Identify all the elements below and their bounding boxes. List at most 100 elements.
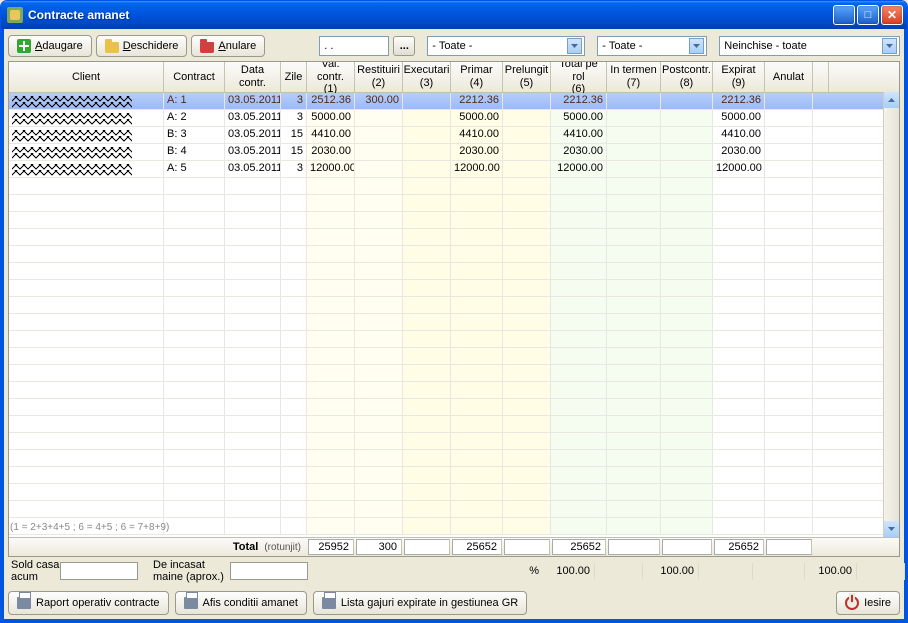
col-primar[interactable]: Primar (4)	[451, 62, 503, 92]
col-rest[interactable]: Restituiri (2)	[355, 62, 403, 92]
table-body[interactable]: A: 103.05.201132512.36300.002212.362212.…	[9, 93, 899, 537]
cell	[164, 246, 225, 262]
vertical-scrollbar[interactable]	[883, 92, 899, 537]
cell	[9, 263, 164, 279]
cell	[765, 433, 813, 449]
cell	[607, 433, 661, 449]
col-total[interactable]: Total pe rol (6)	[551, 62, 607, 92]
conditions-button[interactable]: Afis conditii amanet	[175, 591, 307, 615]
open-button[interactable]: Deschidere	[96, 35, 188, 57]
table-row[interactable]	[9, 297, 899, 314]
table-row[interactable]	[9, 450, 899, 467]
cell	[225, 178, 281, 194]
exit-button[interactable]: Iesire	[836, 591, 900, 615]
col-termen[interactable]: In termen (7)	[607, 62, 661, 92]
search-more-button[interactable]: ...	[393, 36, 415, 56]
table-row[interactable]: B: 403.05.2011152030.002030.002030.00203…	[9, 144, 899, 161]
table-row[interactable]: A: 103.05.201132512.36300.002212.362212.…	[9, 93, 899, 110]
col-date[interactable]: Data contr.	[225, 62, 281, 92]
col-prelungit[interactable]: Prelungit (5)	[503, 62, 551, 92]
table-row[interactable]	[9, 467, 899, 484]
report-button[interactable]: Raport operativ contracte	[8, 591, 169, 615]
cell: 4410.00	[551, 127, 607, 143]
cell	[355, 501, 403, 517]
total-label: Total(rotunjit)	[9, 538, 307, 556]
col-val[interactable]: Val. contr. (1)	[307, 62, 355, 92]
close-button[interactable]: ✕	[881, 5, 903, 25]
cell	[661, 161, 713, 177]
cell	[765, 467, 813, 483]
table-row[interactable]	[9, 212, 899, 229]
col-client[interactable]: Client	[9, 62, 164, 92]
minimize-button[interactable]: _	[833, 5, 855, 25]
cell	[403, 127, 451, 143]
table-row[interactable]	[9, 433, 899, 450]
search-input[interactable]: . .	[319, 36, 389, 56]
maximize-button[interactable]: □	[857, 5, 879, 25]
cell	[451, 280, 503, 296]
expired-list-button[interactable]: Lista gajuri expirate in gestiunea GR	[313, 591, 527, 615]
cell	[403, 212, 451, 228]
table-row[interactable]: A: 203.05.201135000.005000.005000.005000…	[9, 110, 899, 127]
cell	[607, 161, 661, 177]
table-row[interactable]	[9, 178, 899, 195]
incasat-input[interactable]	[230, 562, 308, 580]
cell	[503, 161, 551, 177]
cell	[607, 263, 661, 279]
cell	[307, 297, 355, 313]
cell	[9, 144, 164, 160]
cell	[281, 348, 307, 364]
table-row[interactable]	[9, 382, 899, 399]
cell	[451, 501, 503, 517]
filter3-dropdown[interactable]: Neinchise - toate	[719, 36, 900, 56]
col-contract[interactable]: Contract	[164, 62, 225, 92]
table-row[interactable]	[9, 399, 899, 416]
cell	[355, 178, 403, 194]
cell	[765, 246, 813, 262]
table-row[interactable]	[9, 501, 899, 518]
cell	[503, 229, 551, 245]
cell	[164, 365, 225, 381]
table-row[interactable]	[9, 314, 899, 331]
cell	[503, 450, 551, 466]
filter2-dropdown[interactable]: - Toate -	[597, 36, 707, 56]
cell	[403, 365, 451, 381]
cell	[164, 348, 225, 364]
cell	[307, 433, 355, 449]
table-row[interactable]: B: 303.05.2011154410.004410.004410.00441…	[9, 127, 899, 144]
cell	[503, 178, 551, 194]
col-expirat[interactable]: Expirat (9)	[713, 62, 765, 92]
cell: 4410.00	[307, 127, 355, 143]
table-row[interactable]	[9, 263, 899, 280]
table-row[interactable]	[9, 246, 899, 263]
cell	[551, 518, 607, 534]
table-row[interactable]	[9, 348, 899, 365]
col-postcontr[interactable]: Postcontr. (8)	[661, 62, 713, 92]
cell	[355, 297, 403, 313]
filter1-dropdown[interactable]: - Toate -	[427, 36, 585, 56]
table-row[interactable]	[9, 195, 899, 212]
col-zile[interactable]: Zile	[281, 62, 307, 92]
table-row[interactable]	[9, 518, 899, 535]
cancel-button[interactable]: Anulare	[191, 35, 265, 57]
printer-icon	[184, 597, 198, 609]
table-row[interactable]	[9, 416, 899, 433]
cell	[164, 314, 225, 330]
table-row[interactable]	[9, 280, 899, 297]
col-anulat[interactable]: Anulat	[765, 62, 813, 92]
scroll-up-icon[interactable]	[884, 92, 899, 108]
cell	[551, 212, 607, 228]
sold-casa-input[interactable]	[60, 562, 138, 580]
table-row[interactable]	[9, 229, 899, 246]
cell	[281, 314, 307, 330]
table-row[interactable]	[9, 331, 899, 348]
col-exec[interactable]: Executari (3)	[403, 62, 451, 92]
table-row[interactable]	[9, 484, 899, 501]
table-row[interactable]	[9, 365, 899, 382]
cell	[607, 229, 661, 245]
cell	[9, 297, 164, 313]
cell: 03.05.2011	[225, 161, 281, 177]
table-row[interactable]: A: 503.05.2011312000.0012000.0012000.001…	[9, 161, 899, 178]
scroll-down-icon[interactable]	[884, 521, 899, 537]
add-button[interactable]: Adaugare	[8, 35, 92, 57]
